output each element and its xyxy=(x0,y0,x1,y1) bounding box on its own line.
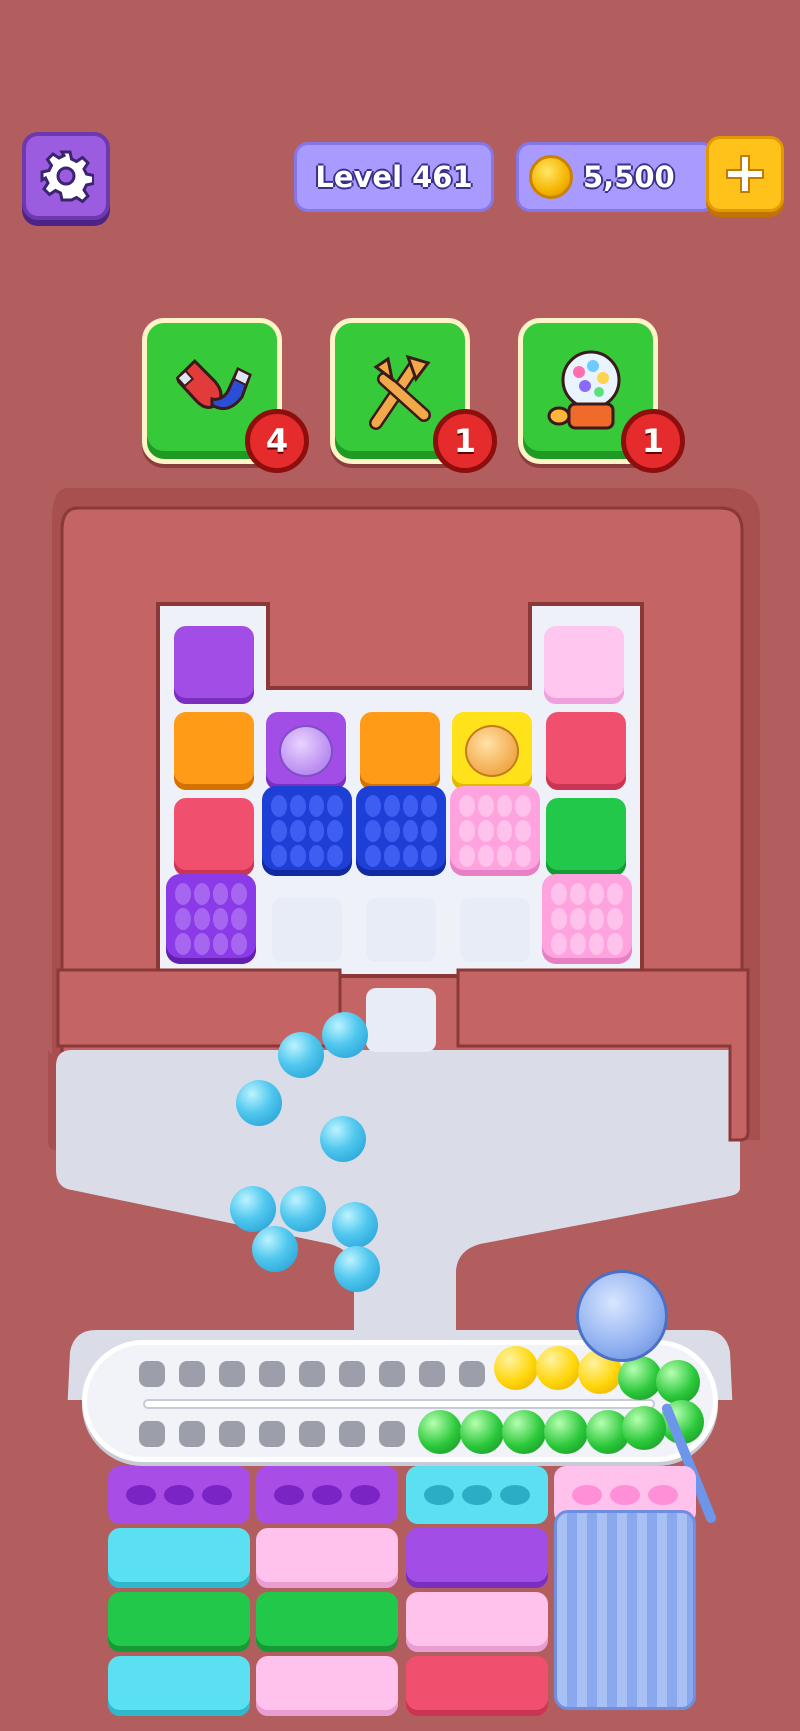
empty-slot xyxy=(460,898,530,962)
bead-green xyxy=(502,1410,546,1454)
stack-block-red xyxy=(406,1656,548,1716)
bead-green xyxy=(460,1410,504,1454)
color-column-2[interactable] xyxy=(256,1466,398,1731)
stack-block-purple xyxy=(406,1528,548,1588)
bead-green xyxy=(622,1406,666,1450)
ball xyxy=(320,1116,366,1162)
ball xyxy=(322,1012,368,1058)
yarn-ball-icon xyxy=(576,1270,668,1362)
conveyor-slots-top xyxy=(139,1361,485,1387)
stack-block-green xyxy=(108,1592,250,1652)
conveyor-divider xyxy=(143,1399,655,1409)
stack-block-green xyxy=(256,1592,398,1652)
ball xyxy=(278,1032,324,1078)
bead-yellow xyxy=(494,1346,538,1390)
bubble-block-blue[interactable] xyxy=(262,786,352,876)
bubble-block-purple[interactable] xyxy=(166,874,256,964)
ball xyxy=(332,1202,378,1248)
column-cap-purple xyxy=(108,1466,250,1524)
stack-block-pink xyxy=(406,1592,548,1652)
column-cap-cyan xyxy=(406,1466,548,1524)
yarn-ball-icon xyxy=(279,725,333,777)
stack-block-pink xyxy=(256,1656,398,1716)
color-column-4[interactable] xyxy=(554,1466,696,1731)
stack-block-pink xyxy=(256,1528,398,1588)
ball xyxy=(252,1226,298,1272)
stack-block-cyan xyxy=(108,1528,250,1588)
block-green[interactable] xyxy=(546,798,626,876)
ball xyxy=(236,1080,282,1126)
block-red[interactable] xyxy=(174,798,254,876)
ball xyxy=(230,1186,276,1232)
column-cap-purple xyxy=(256,1466,398,1524)
bubble-block-pink[interactable] xyxy=(542,874,632,964)
ball xyxy=(334,1246,380,1292)
block-pink[interactable] xyxy=(544,626,624,704)
empty-slot xyxy=(272,898,342,962)
yarn-ball-icon xyxy=(465,725,519,777)
color-column-1[interactable] xyxy=(108,1466,250,1731)
bubble-block-blue[interactable] xyxy=(356,786,446,876)
block-red[interactable] xyxy=(546,712,626,790)
exit-slot xyxy=(366,988,436,1052)
bead-green xyxy=(544,1410,588,1454)
block-orange[interactable] xyxy=(360,712,440,790)
block-purple[interactable] xyxy=(174,626,254,704)
knitted-block-blue xyxy=(554,1510,696,1710)
board-frame xyxy=(0,488,760,1400)
bead-green xyxy=(418,1410,462,1454)
bead-green xyxy=(656,1360,700,1404)
block-orange[interactable] xyxy=(174,712,254,790)
bead-yellow xyxy=(536,1346,580,1390)
block-yellow-yarn[interactable] xyxy=(452,712,532,790)
block-purple-yarn[interactable] xyxy=(266,712,346,790)
stack-block-cyan xyxy=(108,1656,250,1716)
color-column-3[interactable] xyxy=(406,1466,548,1731)
conveyor-slots-bottom xyxy=(139,1421,405,1447)
empty-slot xyxy=(366,898,436,962)
ball xyxy=(280,1186,326,1232)
bubble-block-pink[interactable] xyxy=(450,786,540,876)
